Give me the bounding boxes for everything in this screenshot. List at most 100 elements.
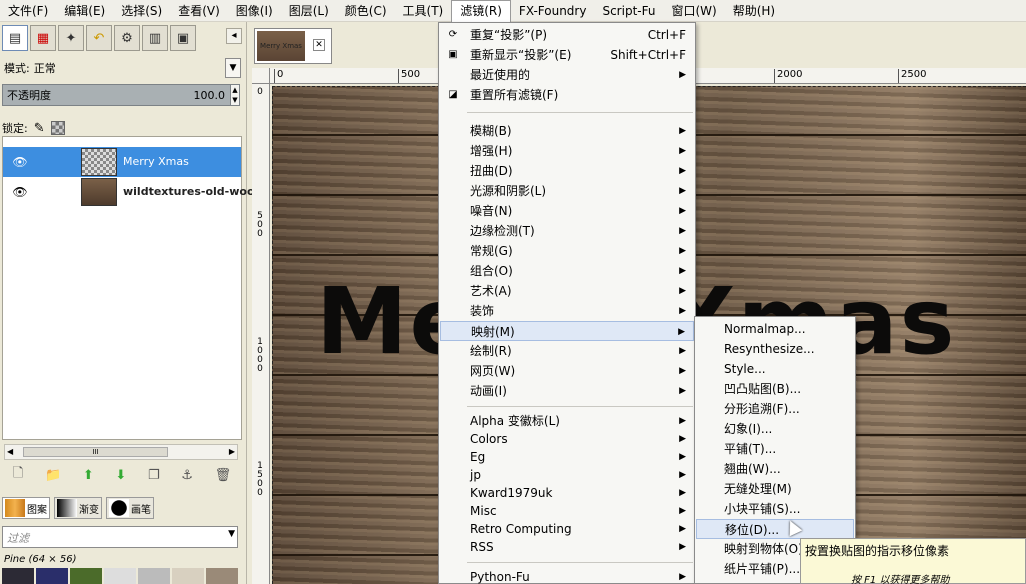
layer-list-scrollbar[interactable]: ◀ III ▶	[4, 444, 238, 460]
visibility-eye-icon[interactable]: 👁	[11, 185, 29, 199]
resource-filter-input[interactable]: 过滤 ▼	[2, 526, 238, 548]
filters-menu-item[interactable]: Colors ▶	[440, 429, 694, 449]
mode-value[interactable]: 正常	[34, 60, 56, 76]
menu-7[interactable]: 工具(T)	[395, 0, 452, 22]
menu-4[interactable]: 图像(I)	[228, 0, 281, 22]
filters-menu-item[interactable]: Kward1979uk ▶	[440, 483, 694, 503]
close-tab-icon[interactable]: ✕	[313, 39, 325, 51]
menu-1[interactable]: 编辑(E)	[56, 0, 113, 22]
menu-9[interactable]: FX-Foundry	[511, 0, 595, 22]
filters-menu-item[interactable]: 噪音(N) ▶	[440, 201, 694, 221]
undo-tab-icon[interactable]: ↶	[86, 25, 112, 51]
filter-dropdown-icon[interactable]: ▼	[228, 529, 235, 539]
pattern-item[interactable]	[138, 568, 170, 584]
lock-pixels-icon[interactable]: ✎	[34, 121, 45, 136]
mode-dropdown-icon[interactable]: ▼	[225, 58, 241, 78]
pattern-item[interactable]	[104, 568, 136, 584]
filters-menu-item[interactable]: 模糊(B) ▶	[440, 121, 694, 141]
map-submenu-item[interactable]: 分形追溯(F)...	[696, 399, 854, 419]
menu-3[interactable]: 查看(V)	[170, 0, 228, 22]
scroll-left-icon[interactable]: ◀	[7, 445, 13, 459]
raise-layer-icon[interactable]: ⬆	[83, 468, 94, 483]
map-submenu-item[interactable]: 翘曲(W)...	[696, 459, 854, 479]
filters-menu-item[interactable]: 光源和阴影(L) ▶	[440, 181, 694, 201]
pattern-item[interactable]	[70, 568, 102, 584]
lock-alpha-icon[interactable]	[50, 121, 65, 135]
menu-0[interactable]: 文件(F)	[0, 0, 56, 22]
filters-menu-item[interactable]: 装饰 ▶	[440, 301, 694, 321]
filters-menu-item[interactable]: 重复“投影”(P) ⟳ Ctrl+F	[440, 25, 694, 45]
layer-row[interactable]: 👁 Merry Xmas	[3, 147, 241, 177]
filters-menu-item[interactable]: 绘制(R) ▶	[440, 341, 694, 361]
filters-menu-item[interactable]: 重置所有滤镜(F) ◪	[440, 85, 694, 105]
layers-tab-icon[interactable]: ▤	[2, 25, 28, 51]
menu-6[interactable]: 颜色(C)	[337, 0, 395, 22]
filters-menu-item[interactable]: 最近使用的 ▶	[440, 65, 694, 85]
map-submenu-item[interactable]: Normalmap...	[696, 319, 854, 339]
ruler-corner[interactable]	[252, 68, 270, 84]
gradients-tab[interactable]: 渐变	[54, 497, 102, 519]
menu-10[interactable]: Script-Fu	[594, 0, 663, 22]
menu-2[interactable]: 选择(S)	[113, 0, 170, 22]
pattern-item[interactable]	[172, 568, 204, 584]
images-tab-icon[interactable]: ▣	[170, 25, 196, 51]
menu-11[interactable]: 窗口(W)	[663, 0, 724, 22]
opacity-spin-icon[interactable]: ▲ ▼	[230, 84, 240, 106]
histogram-tab-icon[interactable]: ▥	[142, 25, 168, 51]
new-layer-icon[interactable]: 🗋	[13, 464, 23, 486]
layer-name[interactable]: Merry Xmas	[123, 155, 189, 168]
filters-menu-item[interactable]: jp ▶	[440, 465, 694, 485]
map-submenu-item[interactable]: Resynthesize...	[696, 339, 854, 359]
opacity-slider[interactable]: 不透明度 100.0	[2, 84, 238, 106]
pattern-item[interactable]	[206, 568, 238, 584]
patterns-tab[interactable]: 图案	[2, 497, 50, 519]
filters-menu-item[interactable]: Alpha 变徽标(L) ▶	[440, 411, 694, 431]
filters-menu-item[interactable]: 网页(W) ▶	[440, 361, 694, 381]
layer-row[interactable]: 👁 wildtextures-old-wood	[3, 177, 262, 207]
dock-menu-icon[interactable]: ◂	[226, 28, 242, 44]
pattern-item[interactable]	[36, 568, 68, 584]
map-submenu-item[interactable]: Style...	[696, 359, 854, 379]
scroll-right-icon[interactable]: ▶	[229, 445, 235, 459]
new-group-icon[interactable]: 📁	[45, 468, 61, 483]
filters-menu-item[interactable]: 映射(M) ▶	[440, 321, 694, 341]
filters-menu-item[interactable]: 组合(O) ▶	[440, 261, 694, 281]
map-submenu-item[interactable]: 移位(D)...	[696, 519, 854, 539]
filters-menu-item[interactable]: Retro Computing ▶	[440, 519, 694, 539]
submenu-arrow-icon: ▶	[679, 286, 686, 296]
filters-menu-item[interactable]: 艺术(A) ▶	[440, 281, 694, 301]
image-tab[interactable]: Merry Xmas ✕	[254, 28, 332, 64]
map-submenu-item[interactable]: 平铺(T)...	[696, 439, 854, 459]
anchor-layer-icon[interactable]: ⚓	[181, 468, 193, 483]
filters-menu-item[interactable]: Eg ▶	[440, 447, 694, 467]
brushes-tab[interactable]: 画笔	[106, 497, 154, 519]
menu-8[interactable]: 滤镜(R)	[451, 0, 511, 22]
filters-menu-item[interactable]: 重新显示“投影”(E) ▣ Shift+Ctrl+F	[440, 45, 694, 65]
map-submenu-item[interactable]: 凹凸贴图(B)...	[696, 379, 854, 399]
map-submenu-item[interactable]: 幻象(I)...	[696, 419, 854, 439]
shortcut-label: Shift+Ctrl+F	[610, 48, 686, 62]
layer-name[interactable]: wildtextures-old-wood	[123, 185, 262, 198]
filters-menu-item[interactable]: RSS ▶	[440, 537, 694, 557]
delete-layer-icon[interactable]: 🗑	[215, 468, 232, 483]
map-submenu-item[interactable]: 无缝处理(M)	[696, 479, 854, 499]
ruler-vertical[interactable]: 0 500 1000 1500	[252, 84, 270, 584]
pattern-item[interactable]	[2, 568, 34, 584]
duplicate-layer-icon[interactable]: ❐	[148, 468, 160, 483]
filters-menu-item[interactable]: 增强(H) ▶	[440, 141, 694, 161]
filters-menu-item[interactable]: 动画(I) ▶	[440, 381, 694, 401]
filters-menu-item[interactable]: 扭曲(D) ▶	[440, 161, 694, 181]
map-submenu-item[interactable]: 小块平铺(S)...	[696, 499, 854, 519]
tool-options-tab-icon[interactable]: ⚙	[114, 25, 140, 51]
filters-menu-item[interactable]: Python-Fu ▶	[440, 567, 694, 584]
filters-menu-item[interactable]: Misc ▶	[440, 501, 694, 521]
lower-layer-icon[interactable]: ⬇	[115, 468, 126, 483]
filters-menu-item[interactable]: 常规(G) ▶	[440, 241, 694, 261]
visibility-eye-icon[interactable]: 👁	[11, 155, 29, 169]
menu-12[interactable]: 帮助(H)	[725, 0, 783, 22]
menu-5[interactable]: 图层(L)	[281, 0, 337, 22]
channels-tab-icon[interactable]: ▦	[30, 25, 56, 51]
scroll-thumb[interactable]: III	[23, 447, 168, 457]
filters-menu-item[interactable]: 边缘检测(T) ▶	[440, 221, 694, 241]
paths-tab-icon[interactable]: ✦	[58, 25, 84, 51]
